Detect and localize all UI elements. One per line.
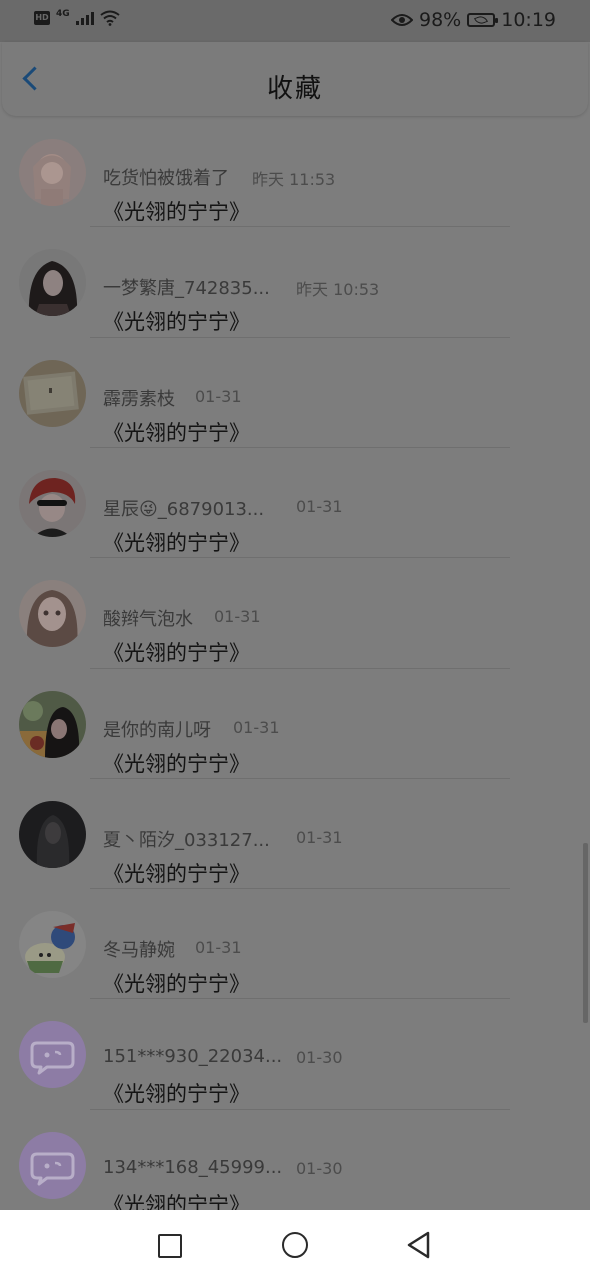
row-divider (90, 998, 510, 1000)
row-divider (90, 1108, 510, 1110)
timestamp: 01-30 (296, 1158, 343, 1178)
page-title: 收藏 (266, 74, 323, 104)
user-name[interactable]: 吃货怕被饿着了 (103, 164, 229, 190)
row-divider (90, 116, 510, 117)
avatar[interactable] (19, 1021, 86, 1089)
home-button[interactable] (282, 1232, 308, 1258)
row-divider (90, 336, 510, 338)
system-nav-bar (0, 1210, 590, 1280)
favorite-item[interactable]: 星辰😜_6879013... 01-31 《光翎的宁宁》 (0, 446, 590, 557)
timestamp: 01-31 (296, 496, 343, 516)
status-right: 98% 10:19 (391, 9, 556, 31)
timestamp: 昨天 11:53 (252, 170, 336, 189)
header-bar: 收藏 (2, 42, 588, 116)
timestamp: 01-31 (296, 827, 343, 847)
favorite-item[interactable]: 霹雳素枝 01-31 《光翎的宁宁》 (0, 336, 590, 447)
favorite-item[interactable]: 夏丶陌汐_033127... 01-31 《光翎的宁宁》 (0, 777, 590, 888)
favorite-content: 《光翎的宁宁》 (103, 530, 250, 555)
avatar[interactable] (19, 139, 86, 206)
leaf-icon (474, 14, 489, 26)
avatar[interactable] (19, 469, 86, 537)
favorite-content: 《光翎的宁宁》 (103, 641, 250, 666)
network-type: 4G (56, 9, 70, 19)
battery-percent: 98% (419, 9, 462, 31)
avatar[interactable] (19, 911, 86, 979)
user-name[interactable]: 星辰😜_6879013... (103, 495, 264, 521)
favorite-item[interactable]: 是你的南儿呀 01-31 《光翎的宁宁》 (0, 667, 590, 778)
user-name[interactable]: 霹雳素枝 (103, 385, 175, 411)
row-divider (90, 667, 510, 669)
favorite-content: 《光翎的宁宁》 (103, 861, 250, 886)
status-bar: HD 4G 98% 10:19 (0, 0, 590, 42)
favorite-item[interactable]: 吃货怕被饿着了 昨天 11:53 《光翎的宁宁》 (0, 116, 590, 226)
favorite-content: 《光翎的宁宁》 (103, 310, 250, 335)
avatar[interactable] (19, 800, 86, 868)
user-name[interactable]: 是你的南儿呀 (103, 716, 211, 742)
recents-button[interactable] (158, 1234, 182, 1258)
back-button[interactable] (406, 1231, 432, 1259)
eye-icon (391, 14, 413, 26)
wifi-icon (100, 10, 120, 26)
avatar[interactable] (19, 1131, 86, 1199)
avatar[interactable] (19, 359, 86, 427)
avatar[interactable] (19, 690, 86, 758)
row-divider (90, 446, 510, 448)
timestamp: 01-31 (233, 717, 280, 737)
scrollbar[interactable] (583, 843, 588, 1023)
user-name[interactable]: 一梦繁唐_742835... (103, 274, 270, 300)
timestamp: 01-31 (195, 938, 242, 958)
favorite-content: 《光翎的宁宁》 (103, 200, 250, 224)
row-divider (90, 888, 510, 890)
favorite-item[interactable]: 134***168_45999... 01-30 《光翎的宁宁》 (0, 1108, 590, 1219)
user-name[interactable]: 夏丶陌汐_033127... (103, 826, 270, 852)
favorite-content: 《光翎的宁宁》 (103, 1082, 250, 1107)
row-divider (90, 557, 510, 559)
favorite-content: 《光翎的宁宁》 (103, 972, 250, 997)
timestamp: 01-31 (214, 607, 261, 627)
user-name[interactable]: 134***168_45999... (103, 1157, 282, 1178)
favorite-item[interactable]: 冬马静婉 01-31 《光翎的宁宁》 (0, 888, 590, 998)
timestamp: 01-30 (296, 1048, 343, 1068)
favorite-content: 《光翎的宁宁》 (103, 420, 250, 445)
favorite-item[interactable]: 151***930_22034... 01-30 《光翎的宁宁》 (0, 998, 590, 1108)
row-divider (90, 777, 510, 779)
user-name[interactable]: 冬马静婉 (103, 936, 175, 962)
status-left: HD 4G (34, 9, 120, 26)
favorite-content: 《光翎的宁宁》 (103, 751, 250, 776)
user-name[interactable]: 酸辫气泡水 (103, 605, 193, 631)
signal-icon (75, 11, 94, 25)
battery-icon (467, 13, 499, 27)
row-divider (90, 226, 510, 228)
favorite-item[interactable]: 酸辫气泡水 01-31 《光翎的宁宁》 (0, 557, 590, 667)
clock: 10:19 (501, 9, 556, 31)
favorite-item[interactable]: 一梦繁唐_742835... 昨天 10:53 《光翎的宁宁》 (0, 226, 590, 336)
hd-icon: HD (34, 11, 50, 25)
user-name[interactable]: 151***930_22034... (103, 1046, 282, 1067)
avatar[interactable] (19, 249, 86, 317)
avatar[interactable] (19, 580, 86, 648)
timestamp: 昨天 10:53 (296, 280, 380, 300)
timestamp: 01-31 (195, 386, 242, 406)
